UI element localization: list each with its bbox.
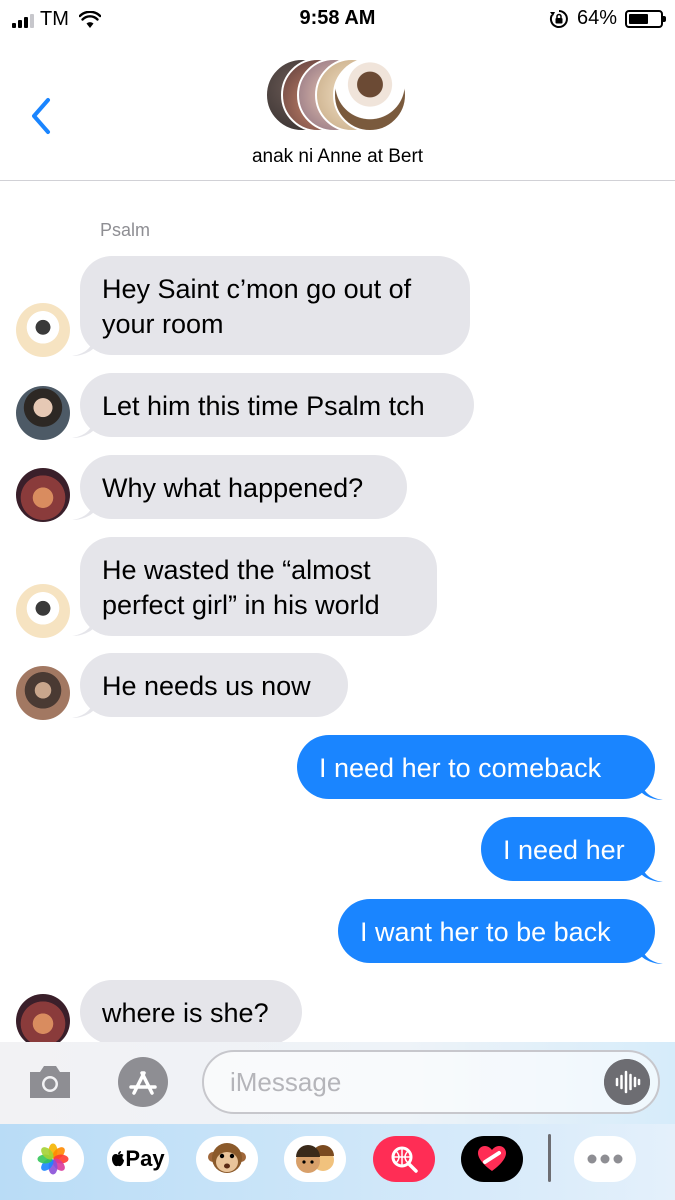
battery-percentage: 64% [576, 7, 617, 29]
web-images-search-icon[interactable] [373, 1136, 435, 1182]
sender-avatar [16, 303, 70, 357]
outgoing-message-bubble[interactable]: I need her to comeback [297, 735, 655, 799]
status-right: 64% [549, 7, 666, 30]
memoji-faces-icon [296, 1145, 334, 1173]
drawer-divider [548, 1134, 551, 1182]
camera-icon[interactable] [26, 1062, 74, 1102]
ellipsis-icon [587, 1154, 623, 1164]
sender-avatar [16, 666, 70, 720]
memoji-icon[interactable] [284, 1136, 346, 1182]
animoji-monkey-icon[interactable] [196, 1136, 258, 1182]
status-bar: TM 9:58 AM 64% [0, 0, 675, 38]
incoming-message-bubble[interactable]: Why what happened? [80, 455, 407, 519]
audio-waveform-icon[interactable] [604, 1059, 650, 1105]
incoming-message-bubble[interactable]: He wasted the “almost perfect girl” in h… [80, 537, 437, 636]
more-icon[interactable] [574, 1136, 636, 1182]
message-input-bar: iMessage [0, 1042, 675, 1124]
incoming-message-bubble[interactable]: where is she? [80, 980, 302, 1044]
sender-name-label: Psalm [100, 220, 151, 240]
battery-icon [625, 9, 666, 28]
sender-avatar [16, 994, 70, 1048]
heart-icon [478, 1146, 506, 1171]
apple-pay-icon[interactable]: Pay [107, 1136, 169, 1182]
search-globe-icon [391, 1146, 418, 1173]
message-input-placeholder: iMessage [230, 1067, 342, 1097]
rotation-lock-icon [549, 9, 568, 28]
monkey-face-icon [208, 1143, 246, 1173]
message-input[interactable]: iMessage [202, 1050, 660, 1114]
app-drawer: Pay [0, 1124, 675, 1200]
group-avatar-stack[interactable] [265, 58, 415, 134]
outgoing-message-bubble[interactable]: I want her to be back [338, 899, 655, 963]
bubble-tail [641, 942, 663, 964]
outgoing-message-bubble[interactable]: I need her [481, 817, 655, 881]
apple-pay-label: Pay [125, 1146, 165, 1171]
apple-logo-icon [112, 1151, 125, 1167]
incoming-message-bubble[interactable]: Hey Saint c’mon go out of your room [80, 256, 470, 355]
back-button[interactable] [26, 96, 56, 136]
photos-icon[interactable] [22, 1136, 84, 1182]
app-store-icon[interactable] [114, 1056, 172, 1108]
group-name[interactable]: anak ni Anne at Bert [0, 146, 675, 168]
sender-avatar [16, 468, 70, 522]
group-member-avatar [333, 58, 407, 132]
incoming-message-bubble[interactable]: Let him this time Psalm tch [80, 373, 474, 437]
photos-icon-glyph [37, 1143, 69, 1175]
conversation-header: anak ni Anne at Bert [0, 38, 675, 181]
sender-avatar [16, 386, 70, 440]
bubble-tail [641, 778, 663, 800]
incoming-message-bubble[interactable]: He needs us now [80, 653, 348, 717]
sender-avatar [16, 584, 70, 638]
bubble-tail [641, 860, 663, 882]
digital-touch-heart-icon[interactable] [461, 1136, 523, 1182]
